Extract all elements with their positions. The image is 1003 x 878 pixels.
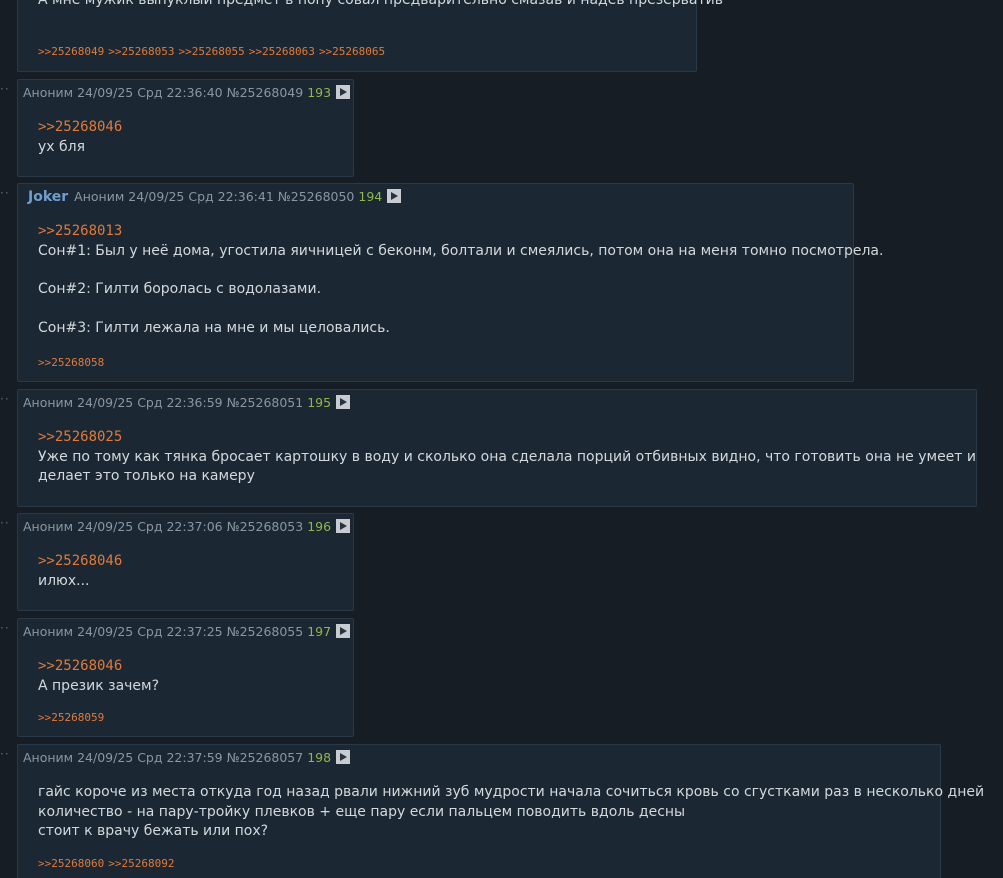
thread: А мне мужик выпуклый предмет в попу сова…	[0, 0, 1003, 878]
post: Аноним 24/09/25 Срд 22:37:59 №25268057 19…	[17, 744, 984, 878]
message-line: А презик зачем?	[38, 677, 160, 694]
post-message: >>25268013 Сон#1: Был у неё дома, угостил…	[38, 222, 883, 338]
play-icon[interactable]	[336, 519, 351, 533]
post-expand-dots[interactable]: ··	[0, 83, 10, 95]
message-line: стоит к врачу бежать или пох?	[38, 823, 269, 839]
message-line: Сон#1: Был у неё дома, угостила яичницей…	[38, 242, 884, 259]
post-number-link[interactable]: №25268050	[278, 189, 355, 204]
post-number-link[interactable]: №25268049	[227, 85, 304, 100]
message-line: илюх...	[38, 572, 90, 589]
message-line: ух бля	[38, 138, 86, 155]
post-number-link[interactable]: №25268055	[227, 624, 304, 639]
poster-trip: Joker	[28, 189, 69, 205]
reply-link[interactable]: >>25268063	[249, 45, 315, 58]
post-message: А мне мужик выпуклый предмет в попу сова…	[38, 0, 723, 11]
play-icon[interactable]	[336, 395, 351, 409]
poster-name: Аноним	[23, 750, 78, 765]
poster-name: Аноним	[23, 624, 78, 639]
message-line: Сон#2: Гилти боролась с водолазами.	[38, 281, 322, 297]
message-line: делает это только на камеру	[38, 468, 255, 484]
post-number-link[interactable]: №25268057	[227, 750, 304, 765]
post-replies: >>25268060 >>25268092	[38, 857, 178, 871]
reply-reference-link[interactable]: >>25268046	[38, 118, 122, 138]
poster-name: Аноним	[23, 395, 78, 410]
poster-name: Аноним	[23, 519, 78, 534]
reply-link[interactable]: >>25268059	[38, 711, 104, 724]
post-expand-dots[interactable]: ··	[0, 748, 10, 760]
post-date: 24/09/25 Срд 22:36:41	[128, 189, 278, 204]
reply-reference-link[interactable]: >>25268046	[38, 552, 122, 572]
reply-reference-link[interactable]: >>25268013	[38, 222, 883, 242]
message-line: А мне мужик выпуклый предмет в попу сова…	[38, 0, 723, 8]
post: Аноним 24/09/25 Срд 22:37:25 №25268055 19…	[17, 618, 354, 737]
play-icon[interactable]	[336, 85, 351, 99]
post-counter: 196	[307, 519, 332, 534]
post: Joker Аноним 24/09/25 Срд 22:36:41 №25268…	[17, 183, 883, 382]
post-replies: >>25268049 >>25268053 >>25268055 >>25268063…	[38, 45, 389, 59]
post-replies: >>25268058	[38, 356, 108, 370]
post-date: 24/09/25 Срд 22:36:40	[77, 85, 227, 100]
post-details: Аноним 24/09/25 Срд 22:37:06 №25268053 19…	[23, 519, 351, 535]
message-line: Сон#3: Гилти лежала на мне и мы целовали…	[38, 319, 390, 336]
play-icon[interactable]	[387, 189, 402, 203]
play-icon[interactable]	[336, 624, 351, 638]
post: Аноним 24/09/25 Срд 22:36:59 №25268051 19…	[17, 389, 977, 507]
post-message: гайс короче из места откуда год назад рв…	[38, 783, 984, 842]
post-counter: 193	[307, 85, 332, 100]
post-date: 24/09/25 Срд 22:37:59	[77, 750, 227, 765]
reply-link[interactable]: >>25268058	[38, 356, 104, 369]
post-replies: >>25268059	[38, 711, 108, 725]
post: Аноним 24/09/25 Срд 22:37:06 №25268053 19…	[17, 513, 354, 611]
post-message: >>25268046 илюх...	[38, 552, 122, 591]
post-details: Аноним 24/09/25 Срд 22:37:25 №25268055 19…	[23, 624, 351, 640]
post-number-link[interactable]: №25268051	[227, 395, 304, 410]
post-date: 24/09/25 Срд 22:36:59	[77, 395, 227, 410]
post-details: Аноним 24/09/25 Срд 22:36:40 №25268049 19…	[23, 85, 351, 101]
post-number-link[interactable]: №25268053	[227, 519, 304, 534]
post-expand-dots[interactable]: ··	[0, 517, 10, 529]
post-expand-dots[interactable]: ··	[0, 393, 10, 405]
post: А мне мужик выпуклый предмет в попу сова…	[17, 0, 723, 72]
post-expand-dots[interactable]: ··	[0, 187, 10, 199]
reply-link[interactable]: >>25268055	[178, 45, 244, 58]
post: Аноним 24/09/25 Срд 22:36:40 №25268049 19…	[17, 79, 354, 177]
post-counter: 194	[358, 189, 383, 204]
post-expand-dots[interactable]: ··	[0, 622, 10, 634]
reply-link[interactable]: >>25268049	[38, 45, 104, 58]
poster-name: Аноним	[74, 189, 129, 204]
post-message: >>25268046 А презик зачем?	[38, 657, 159, 696]
play-icon[interactable]	[336, 750, 351, 764]
reply-reference-link[interactable]: >>25268025	[38, 428, 976, 448]
reply-reference-link[interactable]: >>25268046	[38, 657, 159, 677]
reply-link[interactable]: >>25268092	[108, 857, 174, 870]
post-message: >>25268025 Уже по тому как тянка бросает …	[38, 428, 976, 487]
post-details: Joker Аноним 24/09/25 Срд 22:36:41 №25268…	[28, 189, 402, 205]
message-line: Уже по тому как тянка бросает картошку в…	[38, 448, 976, 465]
post-date: 24/09/25 Срд 22:37:06	[77, 519, 227, 534]
post-details: Аноним 24/09/25 Срд 22:37:59 №25268057 19…	[23, 750, 351, 766]
reply-link[interactable]: >>25268060	[38, 857, 104, 870]
poster-name: Аноним	[23, 85, 78, 100]
post-counter: 195	[307, 395, 332, 410]
post-details: Аноним 24/09/25 Срд 22:36:59 №25268051 19…	[23, 395, 351, 411]
message-line: количество - на пару-тройку плевков + ещ…	[38, 803, 686, 820]
reply-link[interactable]: >>25268053	[108, 45, 174, 58]
post-date: 24/09/25 Срд 22:37:25	[77, 624, 227, 639]
message-line: гайс короче из места откуда год назад рв…	[38, 784, 985, 800]
reply-link[interactable]: >>25268065	[319, 45, 385, 58]
post-counter: 198	[307, 750, 332, 765]
post-message: >>25268046 ух бля	[38, 118, 122, 157]
post-counter: 197	[307, 624, 332, 639]
